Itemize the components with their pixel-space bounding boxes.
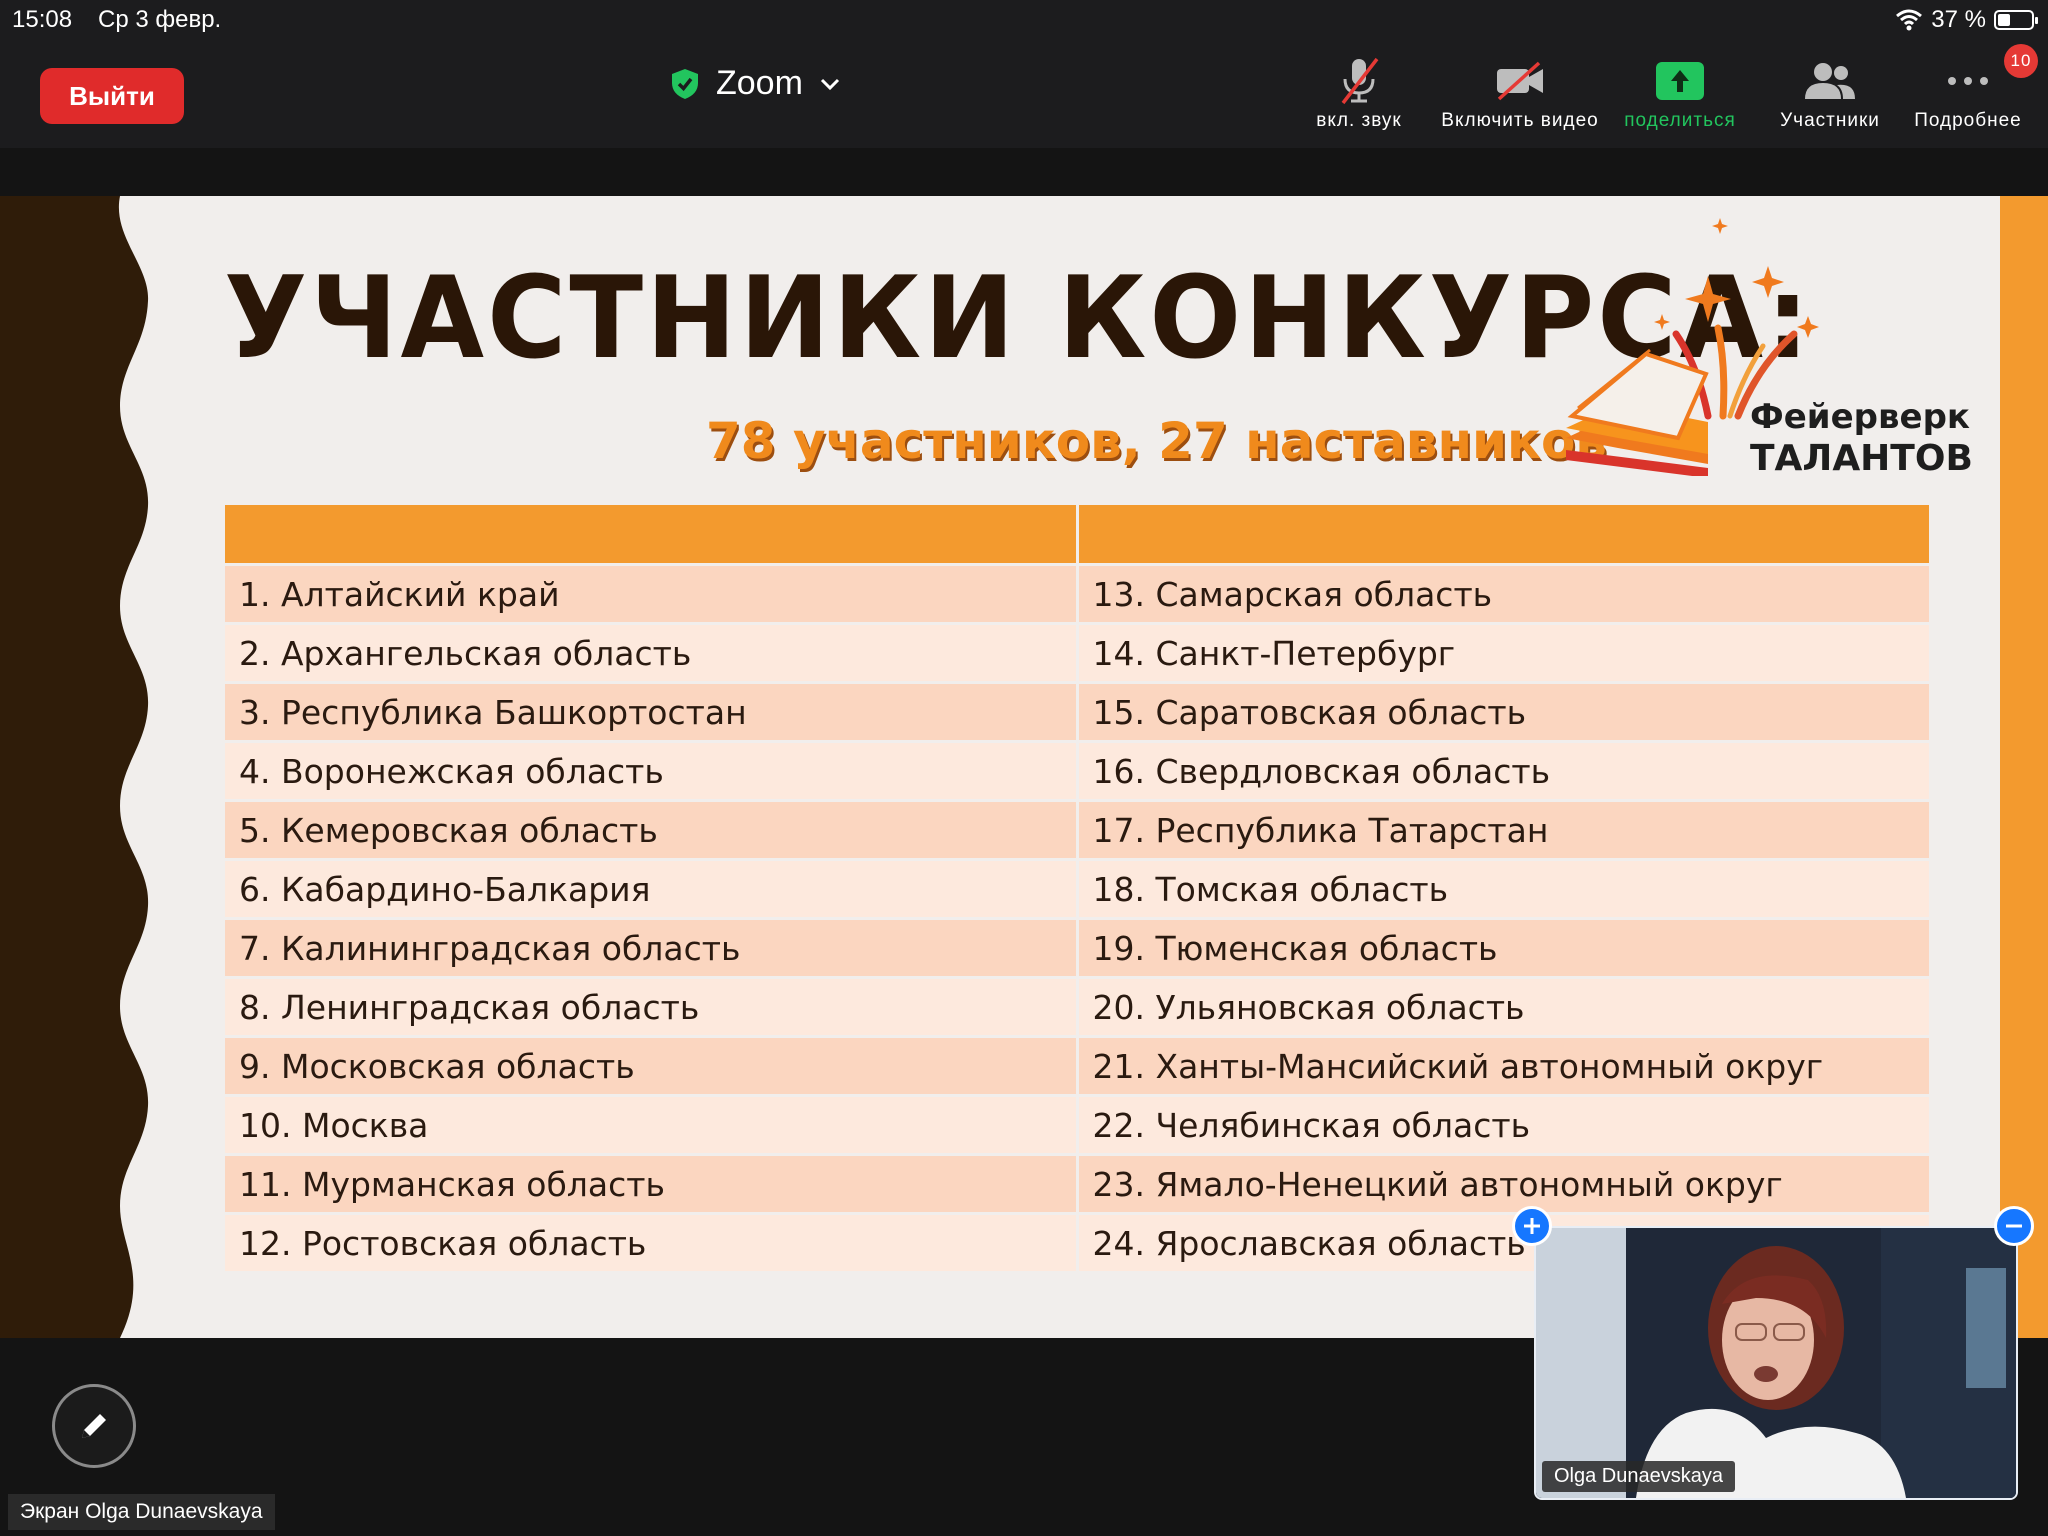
fireworks-talents-logo: Фейерверк ТАЛАНТОВ xyxy=(1566,218,1973,476)
region-cell: 14. Санкт-Петербург xyxy=(1075,622,1932,684)
unmute-label: вкл. звук xyxy=(1316,110,1402,131)
region-cell: 22. Челябинская область xyxy=(1075,1094,1932,1156)
video-off-icon xyxy=(1497,61,1543,101)
chevron-down-icon xyxy=(820,78,839,90)
minus-icon xyxy=(2006,1224,2022,1228)
region-cell: 15. Саратовская область xyxy=(1075,681,1932,743)
pencil-icon xyxy=(82,1414,106,1438)
region-cell: 4. Воронежская область xyxy=(222,740,1079,802)
wifi-icon xyxy=(1896,9,1923,31)
participant-video-tile[interactable]: Olga Dunaevskaya xyxy=(1534,1226,2018,1500)
share-button[interactable]: поделиться xyxy=(1616,52,1744,132)
region-cell: 13. Самарская область xyxy=(1075,563,1932,625)
region-cell: 2. Архангельская область xyxy=(222,622,1079,684)
battery-icon xyxy=(1994,10,2038,30)
wavy-border-decoration xyxy=(0,196,149,1338)
region-cell: 23. Ямало-Ненецкий автономный округ xyxy=(1075,1153,1932,1215)
plus-icon xyxy=(1524,1218,1540,1234)
table-row: 7. Калининградская область 19. Тюменская … xyxy=(222,917,1932,979)
open-book xyxy=(1566,348,1709,476)
regions-table: 1. Алтайский край 13. Самарская область 2.… xyxy=(222,502,1932,1274)
status-bar: 15:08 Ср 3 февр. 37 % xyxy=(0,0,2048,40)
meeting-title[interactable]: Zoom xyxy=(670,64,841,103)
table-row: 3. Республика Башкортостан 15. Саратовска… xyxy=(222,681,1932,743)
shield-check-icon xyxy=(672,68,698,99)
more-label: Подробнее xyxy=(1914,110,2022,131)
region-cell: 9. Московская область xyxy=(222,1035,1079,1097)
table-row: 2. Архангельская область 14. Санкт-Петерб… xyxy=(222,622,1932,684)
notification-badge: 10 xyxy=(2004,44,2038,78)
start-video-label: Включить видео xyxy=(1441,110,1599,131)
participants-label: Участники xyxy=(1780,110,1880,131)
share-label: поделиться xyxy=(1624,110,1736,131)
participants-button[interactable]: Участники xyxy=(1770,52,1890,132)
tile-expand-button[interactable] xyxy=(1512,1206,1552,1246)
status-time: 15:08 xyxy=(12,6,73,33)
table-header-row xyxy=(222,502,1932,566)
more-dots-icon xyxy=(1948,77,1988,85)
region-cell: 6. Кабардино-Балкария xyxy=(222,858,1079,920)
region-cell: 11. Мурманская область xyxy=(222,1153,1079,1215)
meeting-name: Zoom xyxy=(716,64,803,102)
table-row: 6. Кабардино-Балкария 18. Томская область xyxy=(222,858,1932,920)
participant-name-label: Olga Dunaevskaya xyxy=(1542,1461,1735,1492)
table-header-cell xyxy=(222,502,1079,566)
region-cell: 21. Ханты-Мансийский автономный округ xyxy=(1075,1035,1932,1097)
table-row: 11. Мурманская область 23. Ямало-Ненецкий… xyxy=(222,1153,1932,1215)
status-indicators: 37 % xyxy=(1895,6,2038,34)
region-cell: 12. Ростовская область xyxy=(222,1212,1079,1274)
region-cell: 17. Республика Татарстан xyxy=(1075,799,1932,861)
meeting-toolbar: Выйти Zoom вкл. звук Включить видео поде… xyxy=(0,40,2048,148)
participants-icon xyxy=(1805,63,1855,99)
region-cell: 20. Ульяновская область xyxy=(1075,976,1932,1038)
logo-line-2: ТАЛАНТОВ xyxy=(1750,438,1973,476)
unmute-button[interactable]: вкл. звук xyxy=(1306,52,1412,132)
status-date: Ср 3 февр. xyxy=(98,6,222,33)
region-cell: 5. Кемеровская область xyxy=(222,799,1079,861)
table-row: 1. Алтайский край 13. Самарская область xyxy=(222,563,1932,625)
logo-line-1: Фейерверк xyxy=(1750,397,1970,437)
table-row: 4. Воронежская область 16. Свердловская о… xyxy=(222,740,1932,802)
region-cell: 1. Алтайский край xyxy=(222,563,1079,625)
start-video-button[interactable]: Включить видео xyxy=(1440,52,1600,132)
orange-side-strip xyxy=(2000,196,2048,1338)
table-row: 9. Московская область 21. Ханты-Мансийски… xyxy=(222,1035,1932,1097)
regions-table-body: 1. Алтайский край 13. Самарская область 2.… xyxy=(222,563,1932,1274)
region-cell: 7. Калининградская область xyxy=(222,917,1079,979)
participant-video-feed xyxy=(1536,1228,2016,1498)
table-row: 8. Ленинградская область 20. Ульяновская … xyxy=(222,976,1932,1038)
table-row: 5. Кемеровская область 17. Республика Тат… xyxy=(222,799,1932,861)
region-cell: 3. Республика Башкортостан xyxy=(222,681,1079,743)
annotate-button[interactable] xyxy=(52,1384,136,1468)
sparkle-stars xyxy=(1654,218,1819,338)
mic-muted-icon xyxy=(1341,57,1379,105)
region-cell: 10. Москва xyxy=(222,1094,1079,1156)
shared-screen-slide: УЧАСТНИКИ КОНКУРСА: 78 участников, 27 на… xyxy=(0,196,2048,1338)
share-arrow-icon xyxy=(1656,62,1704,100)
region-cell: 16. Свердловская область xyxy=(1075,740,1932,802)
toolbar-separator xyxy=(0,148,2048,196)
battery-percent: 37 % xyxy=(1931,6,1986,33)
region-cell: 19. Тюменская область xyxy=(1075,917,1932,979)
tile-minimize-button[interactable] xyxy=(1994,1206,2034,1246)
screen-share-label: Экран Olga Dunaevskaya xyxy=(8,1494,275,1530)
region-cell: 18. Томская область xyxy=(1075,858,1932,920)
table-row: 10. Москва 22. Челябинская область xyxy=(222,1094,1932,1156)
region-cell: 8. Ленинградская область xyxy=(222,976,1079,1038)
more-button[interactable]: 10 Подробнее xyxy=(1906,44,2038,132)
slide-subtitle: 78 участников, 27 наставников xyxy=(706,412,1607,470)
table-header-cell xyxy=(1075,502,1932,566)
leave-button[interactable]: Выйти xyxy=(40,68,184,124)
